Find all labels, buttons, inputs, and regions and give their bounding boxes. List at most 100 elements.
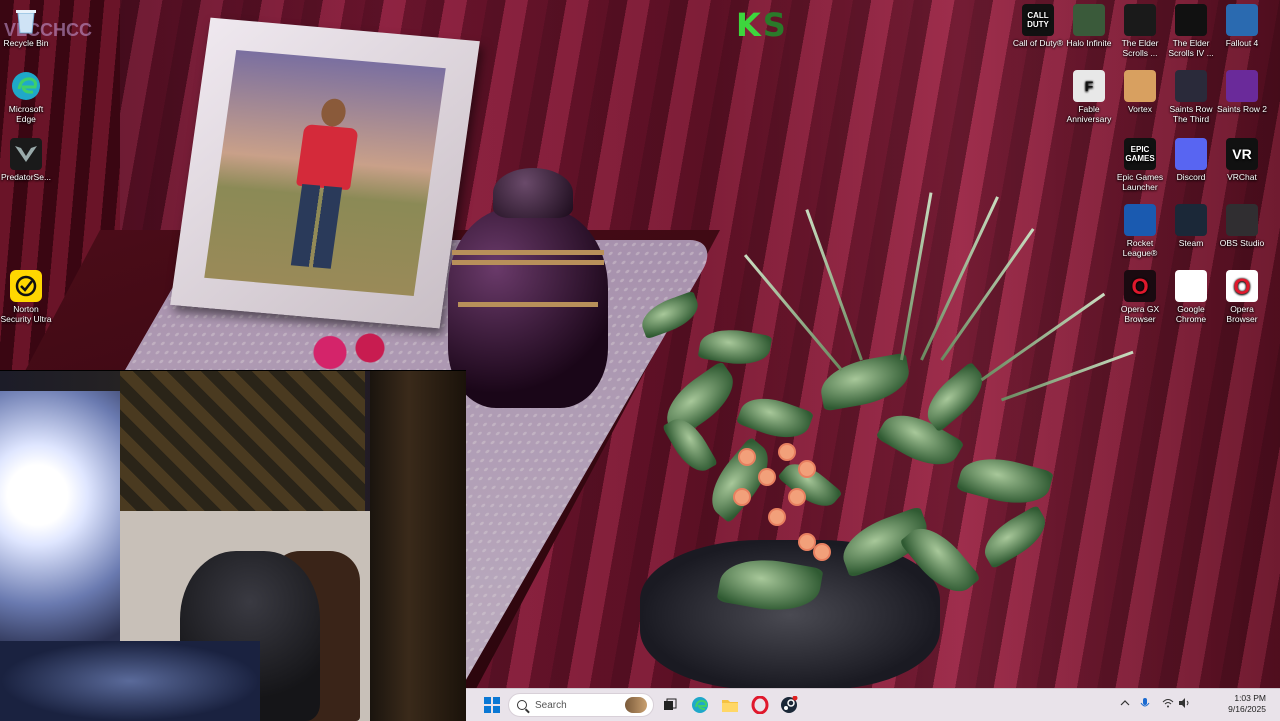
desktop-icon-label: Microsoft Edge — [8, 104, 44, 124]
desktop-icon-vrchat[interactable]: VR VRChat — [1216, 138, 1268, 182]
watermark-logo: KS — [736, 6, 788, 44]
desktop-icon-opera-browser[interactable]: O Opera Browser — [1216, 270, 1268, 324]
watermark-k: K — [736, 6, 763, 44]
desktop-icon-label: Norton Security Ultra — [0, 304, 52, 324]
plant-flower — [780, 445, 794, 459]
microphone-icon[interactable] — [1140, 698, 1150, 713]
desktop-icon-label: OBS Studio — [1219, 238, 1265, 248]
desktop-icon-epic-games-launcher[interactable]: EPIC GAMES Epic Games Launcher — [1114, 138, 1166, 192]
desktop-icon-elder-scrolls-skyrim[interactable]: The Elder Scrolls ... — [1114, 4, 1166, 58]
photo-person-head — [319, 97, 348, 128]
framed-photo — [204, 49, 446, 297]
photo-person-shirt — [295, 124, 359, 191]
desktop-icon-vortex[interactable]: Vortex — [1114, 70, 1166, 114]
desktop-icon-saints-row-third[interactable]: Saints Row The Third — [1165, 70, 1217, 124]
desktop-icon-label: VRChat — [1227, 172, 1257, 182]
taskbar-search[interactable]: Search — [508, 693, 654, 717]
desktop-icon-rocket-league[interactable]: Rocket League® — [1114, 204, 1166, 258]
urn-band — [458, 302, 598, 307]
taskbar: Search 1:03 PM 9/16/2025 — [466, 688, 1280, 721]
desktop-icon-discord[interactable]: Discord — [1165, 138, 1217, 182]
search-icon — [517, 700, 527, 710]
plant-flower — [790, 490, 804, 504]
desktop-icon-label: The Elder Scrolls ... — [1121, 38, 1159, 58]
photo-frame — [170, 17, 480, 329]
saints-row-2-icon — [1226, 70, 1258, 102]
plant-flower — [800, 535, 814, 549]
microsoft-edge-icon — [10, 70, 42, 102]
call-of-duty-icon: CALL DUTY — [1022, 4, 1054, 36]
obs-studio-icon — [1226, 204, 1258, 236]
elder-scrolls-oblivion-icon — [1175, 4, 1207, 36]
desktop-icon-saints-row-2[interactable]: Saints Row 2 — [1216, 70, 1268, 114]
desktop-icon-obs-studio[interactable]: OBS Studio — [1216, 204, 1268, 248]
desktop-icon-recycle-bin[interactable]: Recycle Bin — [0, 4, 52, 48]
webcam-window-light — [0, 391, 125, 651]
desktop-icon-fable-anniversary[interactable]: F Fable Anniversary — [1063, 70, 1115, 124]
halo-infinite-icon — [1073, 4, 1105, 36]
urn-band — [452, 260, 604, 265]
desktop-icon-label: Opera Browser — [1226, 304, 1258, 324]
desktop-icon-label: The Elder Scrolls IV ... — [1168, 38, 1214, 58]
volume-icon[interactable] — [1178, 698, 1190, 711]
desktop-icon-label: Google Chrome — [1175, 304, 1207, 324]
wifi-icon[interactable] — [1162, 698, 1174, 711]
desktop-icon-norton[interactable]: Norton Security Ultra — [0, 270, 52, 324]
norton-security-icon — [10, 270, 42, 302]
desktop-icon-label: Saints Row The Third — [1169, 104, 1213, 124]
desktop-icon-label: Vortex — [1127, 104, 1153, 114]
plant-flower — [800, 462, 814, 476]
desktop-icon-label: Call of Duty® — [1012, 38, 1064, 48]
chevron-up-icon[interactable] — [1120, 698, 1130, 711]
desktop-icon-label: Rocket League® — [1122, 238, 1158, 258]
clock[interactable]: 1:03 PM 9/16/2025 — [1228, 693, 1266, 715]
webcam-overlay — [0, 370, 466, 721]
desktop-icon-label: Discord — [1176, 172, 1206, 182]
start-button[interactable] — [484, 697, 500, 713]
desktop-icon-fallout-4[interactable]: Fallout 4 — [1216, 4, 1268, 48]
fable-anniversary-icon: F — [1073, 70, 1105, 102]
urn-body — [448, 208, 608, 408]
desktop-icon-elder-scrolls-oblivion[interactable]: The Elder Scrolls IV ... — [1165, 4, 1217, 58]
plant-flower — [760, 470, 774, 484]
system-tray: 1:03 PM 9/16/2025 — [1120, 689, 1280, 721]
windows-logo-pane — [493, 697, 500, 704]
roses — [300, 330, 400, 375]
urn-band — [452, 250, 604, 255]
desktop-icon-opera-gx[interactable]: O Opera GX Browser — [1114, 270, 1166, 324]
desktop-icon-halo-infinite[interactable]: Halo Infinite — [1063, 4, 1115, 48]
vortex-icon — [1124, 70, 1156, 102]
task-view-icon[interactable] — [660, 695, 680, 715]
steam-icon[interactable] — [779, 695, 799, 715]
windows-logo-pane — [493, 706, 500, 713]
file-explorer-icon[interactable] — [720, 695, 740, 715]
search-placeholder: Search — [535, 699, 567, 711]
opera-icon[interactable] — [750, 695, 770, 715]
elder-scrolls-skyrim-icon — [1124, 4, 1156, 36]
fallout-4-icon — [1226, 4, 1258, 36]
icon-glyph: O — [1233, 273, 1251, 299]
desktop-icon-call-of-duty[interactable]: CALL DUTY Call of Duty® — [1012, 4, 1064, 48]
icon-glyph: EPIC GAMES — [1125, 145, 1155, 163]
desktop-icon-label: Fallout 4 — [1225, 38, 1259, 48]
desktop-icon-label: PredatorSe... — [0, 172, 52, 182]
plant-flower — [770, 510, 784, 524]
photo-person-legs — [290, 184, 343, 269]
desktop-icon-label: Saints Row 2 — [1216, 104, 1268, 114]
desktop-icon-predatorsense[interactable]: PredatorSe... — [0, 138, 52, 182]
icon-glyph: O — [1131, 273, 1149, 299]
windows-logo-pane — [484, 697, 491, 704]
desktop-icon-microsoft-edge[interactable]: Microsoft Edge — [0, 70, 52, 124]
edge-icon[interactable] — [690, 695, 710, 715]
icon-glyph: CALL DUTY — [1027, 11, 1049, 29]
watermark-s: S — [762, 6, 788, 44]
icon-glyph: F — [1084, 77, 1094, 94]
clock-date: 9/16/2025 — [1228, 704, 1266, 714]
desktop-icon-google-chrome[interactable]: Google Chrome — [1165, 270, 1217, 324]
webcam-bed — [0, 641, 260, 721]
desktop-icon-label: Halo Infinite — [1066, 38, 1112, 48]
desktop-icon-steam[interactable]: Steam — [1165, 204, 1217, 248]
rocket-league-icon — [1124, 204, 1156, 236]
steam-icon — [1175, 204, 1207, 236]
desktop-icon-label: Opera GX Browser — [1120, 304, 1160, 324]
